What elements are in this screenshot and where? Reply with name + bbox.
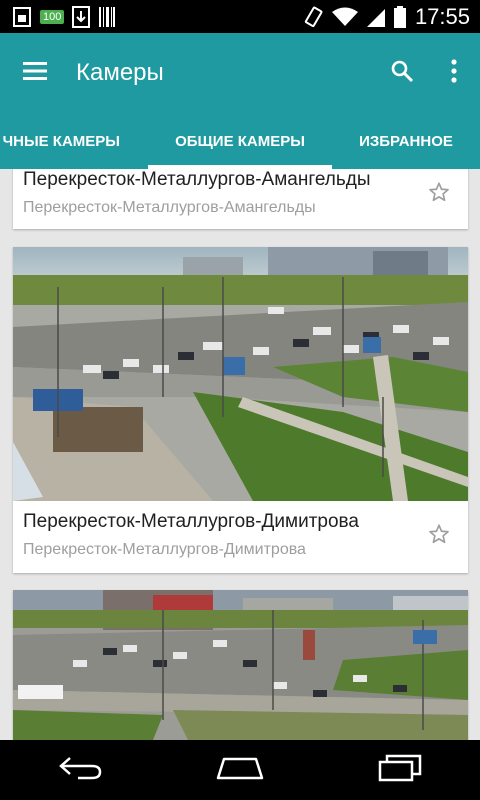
favorite-button[interactable]	[424, 179, 454, 209]
recents-icon	[378, 754, 422, 786]
status-bar: 100 17:55	[0, 0, 480, 33]
app-bar: Камеры	[0, 33, 480, 113]
barcode-icon	[98, 6, 116, 28]
back-icon	[58, 756, 102, 784]
clock: 17:55	[414, 3, 470, 29]
tab-label: ИЗБРАННОЕ	[359, 132, 453, 150]
home-icon	[216, 756, 264, 784]
camera-card[interactable]: Перекресток-Металлургов-Димитрова Перекр…	[13, 247, 468, 573]
home-button[interactable]	[195, 740, 285, 800]
navigation-bar	[0, 740, 480, 800]
back-button[interactable]	[35, 740, 125, 800]
menu-icon	[23, 61, 47, 85]
battery-100-icon: 100	[40, 9, 65, 24]
camera-list[interactable]: Перекресток-Металлургов-Амангельды Перек…	[0, 169, 480, 740]
battery-icon	[393, 5, 406, 28]
tab-label: ЧНЫЕ КАМЕРЫ	[2, 132, 120, 150]
search-icon	[390, 59, 414, 87]
sim-icon	[12, 6, 32, 28]
more-vert-icon	[450, 59, 458, 87]
camera-title: Перекресток-Металлургов-Димитрова	[23, 511, 359, 532]
camera-snapshot[interactable]	[13, 590, 468, 740]
vibrate-icon	[303, 6, 323, 28]
tab-favorites[interactable]: ИЗБРАННОЕ	[332, 113, 480, 169]
camera-card[interactable]	[13, 590, 468, 740]
tab-personal-cameras[interactable]: ЧНЫЕ КАМЕРЫ	[0, 113, 148, 169]
search-button[interactable]	[376, 33, 428, 113]
signal-icon	[366, 7, 385, 27]
recents-button[interactable]	[355, 740, 445, 800]
tab-bar: ЧНЫЕ КАМЕРЫ ОБЩИЕ КАМЕРЫ ИЗБРАННОЕ	[0, 113, 480, 169]
star-outline-icon	[428, 181, 450, 207]
overflow-menu-button[interactable]	[428, 33, 480, 113]
camera-subtitle: Перекресток-Металлургов-Амангельды	[23, 199, 316, 216]
tab-public-cameras[interactable]: ОБЩИЕ КАМЕРЫ	[148, 113, 332, 169]
wifi-icon	[331, 7, 358, 27]
camera-card[interactable]: Перекресток-Металлургов-Амангельды Перек…	[13, 169, 468, 229]
star-outline-icon	[428, 523, 450, 549]
camera-title: Перекресток-Металлургов-Амангельды	[23, 169, 371, 190]
tab-label: ОБЩИЕ КАМЕРЫ	[175, 132, 305, 150]
camera-snapshot[interactable]	[13, 247, 468, 501]
page-title: Камеры	[76, 59, 164, 86]
favorite-button[interactable]	[424, 521, 454, 551]
menu-button[interactable]	[0, 33, 70, 113]
download-icon	[72, 5, 91, 28]
camera-subtitle: Перекресток-Металлургов-Димитрова	[23, 541, 306, 558]
